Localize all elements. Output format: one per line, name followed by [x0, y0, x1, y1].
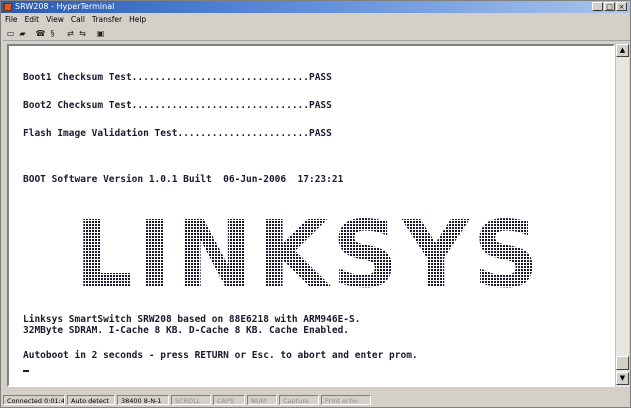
menu-transfer[interactable]: Transfer: [92, 14, 122, 25]
status-caps: CAPS: [213, 395, 245, 405]
settings-icon[interactable]: §: [47, 28, 58, 39]
status-scroll: SCROLL: [171, 395, 211, 405]
new-icon[interactable]: ▭: [5, 28, 16, 39]
properties-icon[interactable]: ▣: [95, 28, 106, 39]
ascii-logo: LINKSYS: [23, 194, 595, 304]
scroll-thumb[interactable]: [616, 356, 629, 370]
status-bar: Connected 0:01:49 Auto detect 38400 8-N-…: [3, 395, 628, 406]
menu-view[interactable]: View: [46, 14, 64, 25]
toolbar-separator: [89, 28, 94, 39]
scroll-up-button[interactable]: ▲: [616, 44, 629, 57]
status-connected: Connected 0:01:49: [3, 395, 65, 405]
toolbar-separator: [59, 28, 64, 39]
hyperterminal-window: SRW208 - HyperTerminal _ □ × File Edit V…: [0, 0, 631, 408]
menu-call[interactable]: Call: [71, 14, 85, 25]
minimize-button[interactable]: _: [592, 2, 603, 11]
app-icon[interactable]: [4, 3, 12, 11]
ascii-logo-text: LINKSYS: [75, 201, 543, 304]
toolbar: ▭ ▰ ☎ § ⇄ ⇆ ▣: [3, 26, 630, 41]
status-print-echo: Print echo: [321, 395, 371, 405]
receive-icon[interactable]: ⇆: [77, 28, 88, 39]
terminal-line: Boot1 Checksum Test.....................…: [23, 72, 332, 83]
vertical-scrollbar[interactable]: ▲ ▼: [615, 44, 629, 387]
status-detect: Auto detect: [67, 395, 115, 405]
menu-file[interactable]: File: [5, 14, 18, 25]
menu-edit[interactable]: Edit: [25, 14, 40, 25]
menu-help[interactable]: Help: [129, 14, 146, 25]
close-button[interactable]: ×: [616, 2, 627, 11]
scroll-down-button[interactable]: ▼: [616, 372, 629, 385]
call-icon[interactable]: ☎: [35, 28, 46, 39]
menu-bar: File Edit View Call Transfer Help: [3, 14, 146, 25]
maximize-button[interactable]: □: [604, 2, 615, 11]
terminal-line: 32MByte SDRAM. I-Cache 8 KB. D-Cache 8 K…: [23, 325, 350, 336]
window-title: SRW208 - HyperTerminal: [15, 2, 115, 11]
status-num: NUM: [247, 395, 277, 405]
terminal-line: Boot2 Checksum Test.....................…: [23, 100, 332, 111]
toolbar-separator: [29, 28, 34, 39]
status-capture: Capture: [279, 395, 319, 405]
terminal-line: BOOT Software Version 1.0.1 Built 06-Jun…: [23, 174, 344, 185]
status-port-settings: 38400 8-N-1: [117, 395, 169, 405]
title-bar[interactable]: SRW208 - HyperTerminal _ □ ×: [1, 1, 630, 13]
text-cursor: [23, 370, 29, 372]
open-icon[interactable]: ▰: [17, 28, 28, 39]
send-icon[interactable]: ⇄: [65, 28, 76, 39]
terminal-line: Autoboot in 2 seconds - press RETURN or …: [23, 350, 418, 361]
terminal-line: Flash Image Validation Test.............…: [23, 128, 332, 139]
terminal-screen[interactable]: Boot1 Checksum Test.....................…: [7, 44, 615, 387]
